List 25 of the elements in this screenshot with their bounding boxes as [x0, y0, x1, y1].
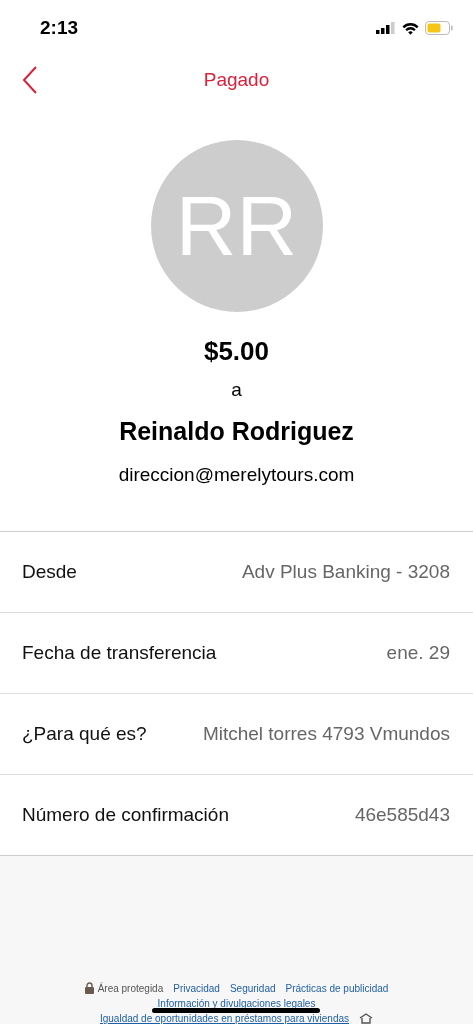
signal-icon	[376, 22, 396, 34]
detail-value: Mitchel torres 4793 Vmundos	[202, 723, 450, 745]
secure-area-label: Área protegida	[97, 982, 164, 994]
footer-link[interactable]: Prácticas de publicidad	[285, 982, 389, 994]
recipient-name: Reinaldo Rodriguez	[119, 417, 354, 446]
amount: $5.00	[203, 336, 270, 367]
detail-value: 46e585d43	[354, 804, 450, 826]
detail-value: Adv Plus Banking - 3208	[241, 561, 450, 583]
detail-label: Desde	[22, 561, 77, 583]
housing-link[interactable]: Igualdad de oportunidades en préstamos para viviendas	[99, 1013, 350, 1024]
wifi-icon	[402, 21, 419, 35]
detail-label: Número de confirmación	[22, 804, 229, 826]
lock-icon	[84, 982, 94, 994]
detail-label: Fecha de transferencia	[22, 642, 217, 664]
connector-text: a	[231, 379, 242, 401]
recipient-email: direccion@merelytours.com	[118, 464, 355, 486]
back-icon[interactable]	[22, 66, 38, 94]
page-title: Pagado	[203, 69, 270, 91]
detail-label: ¿Para qué es?	[22, 723, 147, 745]
detail-value: ene. 29	[386, 642, 450, 664]
footer-link[interactable]: Privacidad	[173, 982, 220, 994]
footer-link[interactable]: Seguridad	[229, 982, 276, 994]
house-icon	[359, 1013, 374, 1024]
battery-icon	[425, 21, 453, 35]
status-time: 2:13	[40, 17, 79, 39]
